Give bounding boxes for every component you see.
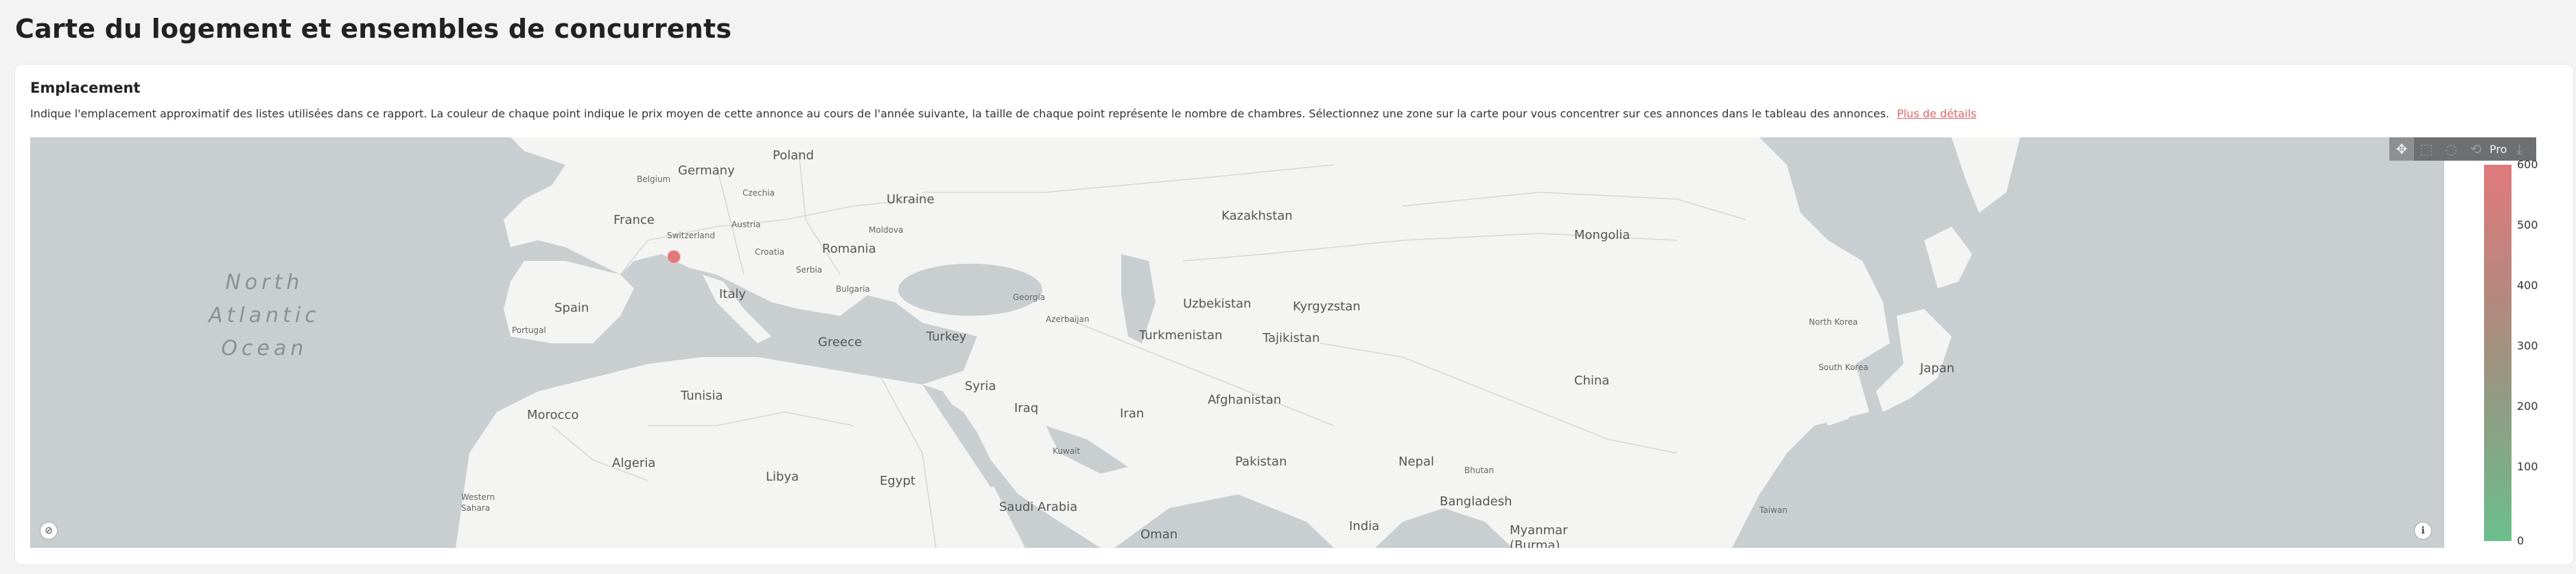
map-label-iran: Iran xyxy=(1120,406,1145,421)
map-label-syria: Syria xyxy=(965,379,996,393)
map-label-bangladesh: Bangladesh xyxy=(1440,494,1512,509)
map-label-belgium: Belgium xyxy=(637,174,671,184)
legend-tick: 200 xyxy=(2517,400,2538,413)
map-label-italy: Italy xyxy=(719,287,747,301)
map-label-austria: Austria xyxy=(731,220,761,229)
map-label-bhutan: Bhutan xyxy=(1464,466,1495,475)
box-select-icon[interactable]: ⬚ xyxy=(2414,137,2439,161)
map-label-uzbekistan: Uzbekistan xyxy=(1183,297,1252,311)
map-label-kyrgyzstan: Kyrgyzstan xyxy=(1293,299,1361,314)
legend-tick: 0 xyxy=(2517,534,2525,547)
map-label-western-sahara: Western Sahara xyxy=(461,492,495,513)
price-legend: 600 500 400 300 200 100 0 xyxy=(2466,158,2542,548)
map-label-tajikistan: Tajikistan xyxy=(1263,331,1320,345)
page-title: Carte du logement et ensembles de concur… xyxy=(15,14,732,44)
map-label-germany: Germany xyxy=(678,163,735,178)
map-label-kazakhstan: Kazakhstan xyxy=(1221,209,1293,223)
card-description: Indique l'emplacement approximatif des l… xyxy=(30,107,1976,120)
map-label-taiwan: Taiwan xyxy=(1759,505,1788,515)
map-label-turkmenistan: Turkmenistan xyxy=(1139,328,1223,343)
map-label-bulgaria: Bulgaria xyxy=(836,284,870,294)
lasso-icon[interactable]: ◌ xyxy=(2439,137,2463,161)
map-label-china: China xyxy=(1574,374,1610,388)
details-link[interactable]: Plus de détails xyxy=(1897,107,1976,120)
map-label-ocean-text: North Atlantic Ocean xyxy=(209,271,320,360)
legend-tick: 600 xyxy=(2517,158,2538,171)
map-label-turkey: Turkey xyxy=(926,330,967,344)
map-label-nepal: Nepal xyxy=(1398,455,1434,469)
map-label-croatia: Croatia xyxy=(755,247,785,257)
map-label-afghanistan: Afghanistan xyxy=(1208,393,1282,407)
location-map[interactable]: North Atlantic Ocean Poland Germany Belg… xyxy=(30,137,2444,548)
listing-point[interactable] xyxy=(667,250,681,264)
map-label-oman: Oman xyxy=(1140,527,1178,542)
map-label-switzerland: Switzerland xyxy=(667,231,715,240)
card-description-text: Indique l'emplacement approximatif des l… xyxy=(30,107,1890,120)
map-label-kuwait: Kuwait xyxy=(1053,446,1081,456)
legend-tick: 400 xyxy=(2517,279,2538,292)
zoom-reset-icon[interactable]: ⊘ xyxy=(40,522,58,540)
reset-icon[interactable]: ⟲ xyxy=(2463,137,2488,161)
map-label-georgia: Georgia xyxy=(1013,292,1046,302)
map-toolbar: ✥ ⬚ ◌ ⟲ Pro ⤓ xyxy=(2389,137,2536,161)
map-label-ocean: North Atlantic Ocean xyxy=(209,266,320,365)
map-label-france: France xyxy=(613,213,655,227)
map-label-morocco: Morocco xyxy=(527,408,579,422)
map-label-romania: Romania xyxy=(822,242,876,256)
save-icon[interactable]: ⤓ xyxy=(2507,137,2531,161)
legend-tick: 300 xyxy=(2517,339,2538,352)
map-label-mongolia: Mongolia xyxy=(1574,228,1630,242)
map-label-poland: Poland xyxy=(773,148,815,163)
info-icon[interactable]: ℹ xyxy=(2414,522,2432,540)
map-label-pakistan: Pakistan xyxy=(1235,455,1287,469)
map-label-moldova: Moldova xyxy=(869,225,904,235)
map-label-south-korea: South Korea xyxy=(1818,363,1869,372)
map-label-libya: Libya xyxy=(766,470,799,484)
map-label-czechia: Czechia xyxy=(742,188,775,198)
map-label-azerbaijan: Azerbaijan xyxy=(1046,314,1090,324)
legend-tick: 100 xyxy=(2517,460,2538,473)
map-label-ukraine: Ukraine xyxy=(887,192,935,207)
map-label-greece: Greece xyxy=(818,335,863,349)
pan-icon[interactable]: ✥ xyxy=(2389,137,2414,161)
legend-tick: 500 xyxy=(2517,218,2538,231)
map-label-portugal: Portugal xyxy=(512,325,546,335)
map-label-myanmar: Myanmar (Burma) xyxy=(1510,523,1568,548)
map-label-india: India xyxy=(1349,519,1380,533)
map-label-saudi-arabia: Saudi Arabia xyxy=(999,500,1078,514)
map-label-north-korea: North Korea xyxy=(1809,317,1858,327)
map-label-japan: Japan xyxy=(1920,361,1955,376)
map-label-serbia: Serbia xyxy=(796,265,823,275)
legend-color-bar xyxy=(2484,165,2511,541)
map-basemap xyxy=(30,137,2444,548)
map-label-tunisia: Tunisia xyxy=(681,389,723,403)
location-card: Emplacement Indique l'emplacement approx… xyxy=(15,65,2573,564)
card-title: Emplacement xyxy=(30,80,141,96)
map-label-algeria: Algeria xyxy=(612,456,656,470)
toolbar-overflow-label[interactable]: Pro xyxy=(2490,143,2507,156)
map-label-spain: Spain xyxy=(554,301,589,315)
map-label-egypt: Egypt xyxy=(880,474,915,488)
map-label-iraq: Iraq xyxy=(1014,401,1039,415)
